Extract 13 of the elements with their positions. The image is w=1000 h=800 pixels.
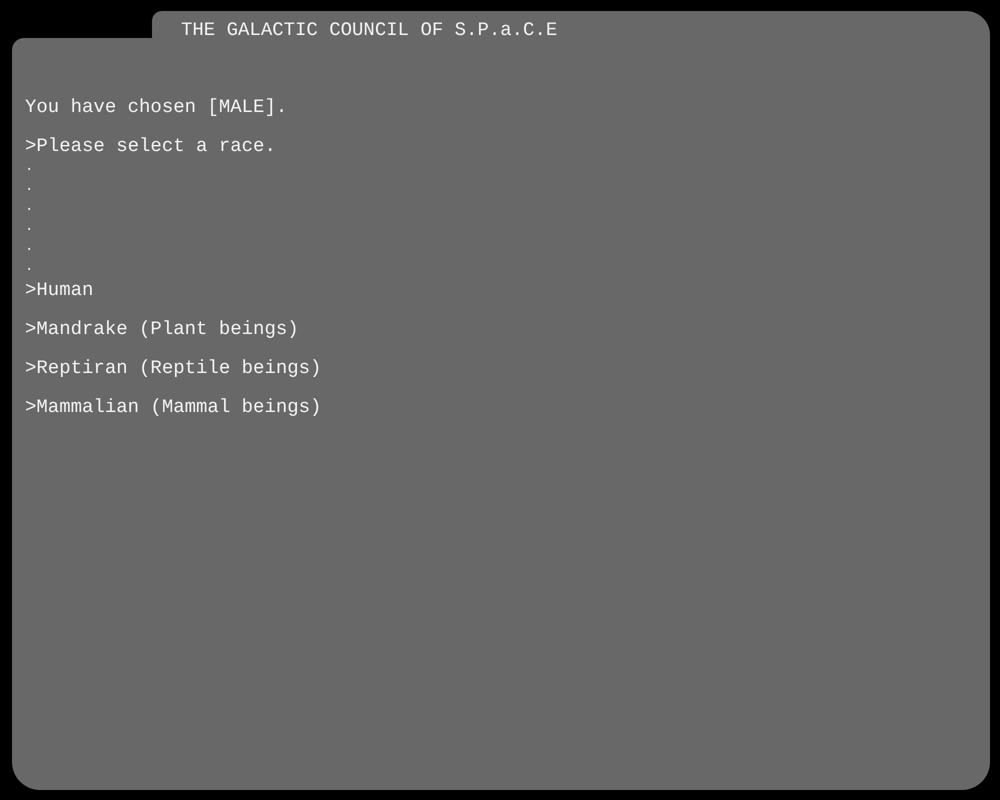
dot-text: . [25,178,34,197]
dot-text: . [25,218,34,237]
race-option[interactable]: >Mammalian (Mammal beings) [25,396,322,418]
race-option[interactable]: >Reptiran (Reptile beings) [25,357,322,379]
prompt-text: >Please select a race. [25,135,276,157]
window-title: THE GALACTIC COUNCIL OF S.P.a.C.E [152,11,990,38]
dot-text: . [25,158,34,177]
race-option[interactable]: >Mandrake (Plant beings) [25,318,299,340]
dot-text: . [25,198,34,217]
race-option[interactable]: >Human [25,279,94,301]
dot-text: . [25,258,34,277]
dot-text: . [25,238,34,257]
status-text: You have chosen [MALE]. [25,96,288,118]
